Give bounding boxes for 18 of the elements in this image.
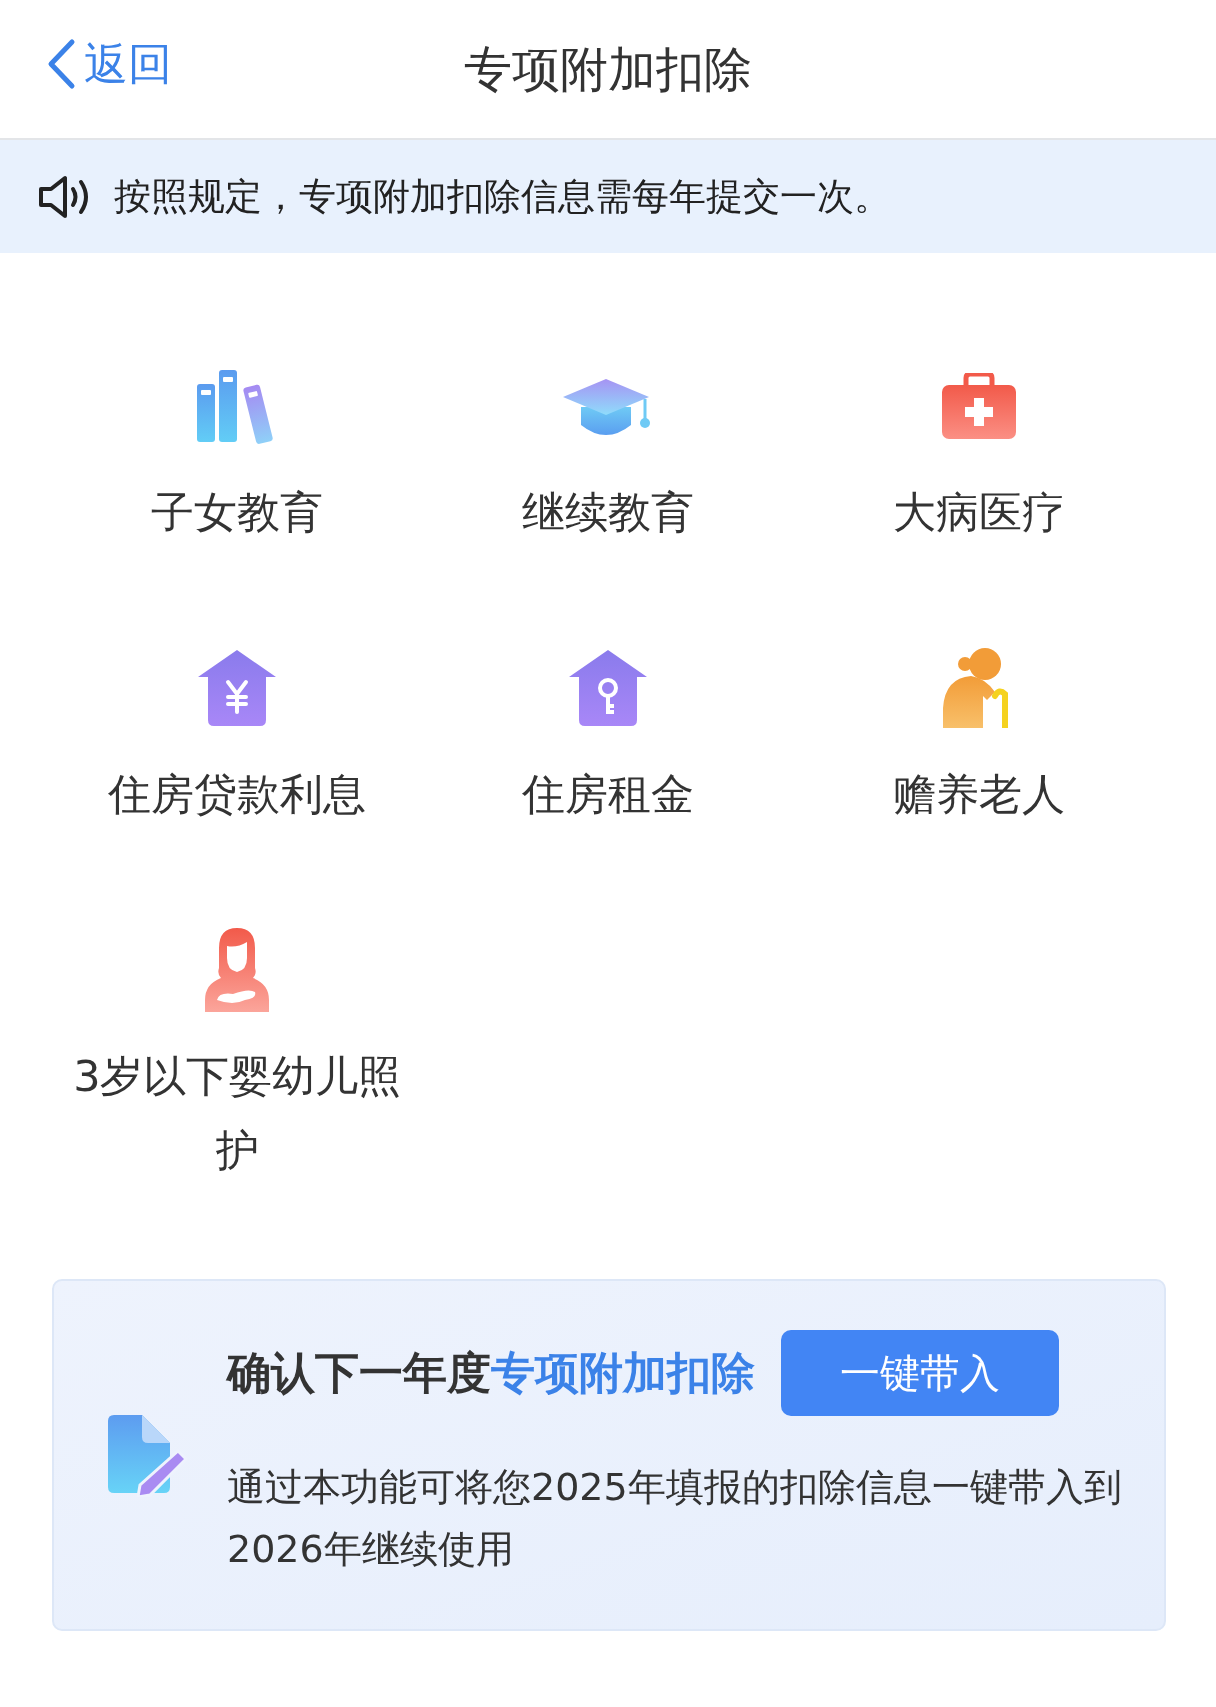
card-title: 确认下一年度专项附加扣除 <box>227 1346 755 1400</box>
card-description: 通过本功能可将您2025年填报的扣除信息一键带入到2026年继续使用 <box>227 1464 1123 1573</box>
back-icon <box>46 38 76 90</box>
house-key-icon <box>569 650 647 726</box>
category-item[interactable]: 继续教育 <box>433 475 783 549</box>
back-button[interactable]: 返回 <box>46 38 172 90</box>
category-item[interactable]: 赡养老人 <box>803 757 1154 831</box>
medical-kit-icon <box>941 373 1016 439</box>
page-title: 专项附加扣除 <box>464 45 752 93</box>
category-item[interactable]: 大病医疗 <box>803 475 1154 549</box>
woman-holding-baby-icon <box>205 928 270 1012</box>
notice-text: 按照规定，专项附加扣除信息需每年提交一次。 <box>114 173 891 220</box>
category-item[interactable]: 子女教育 <box>62 475 413 549</box>
category-item[interactable]: 住房贷款利息 <box>62 757 413 831</box>
import-button[interactable]: 一键带入 <box>781 1330 1059 1416</box>
house-yuan-icon <box>198 650 277 726</box>
category-item[interactable]: 住房租金 <box>433 757 783 831</box>
category-item[interactable]: 3岁以下婴幼儿照护 <box>62 1039 413 1187</box>
